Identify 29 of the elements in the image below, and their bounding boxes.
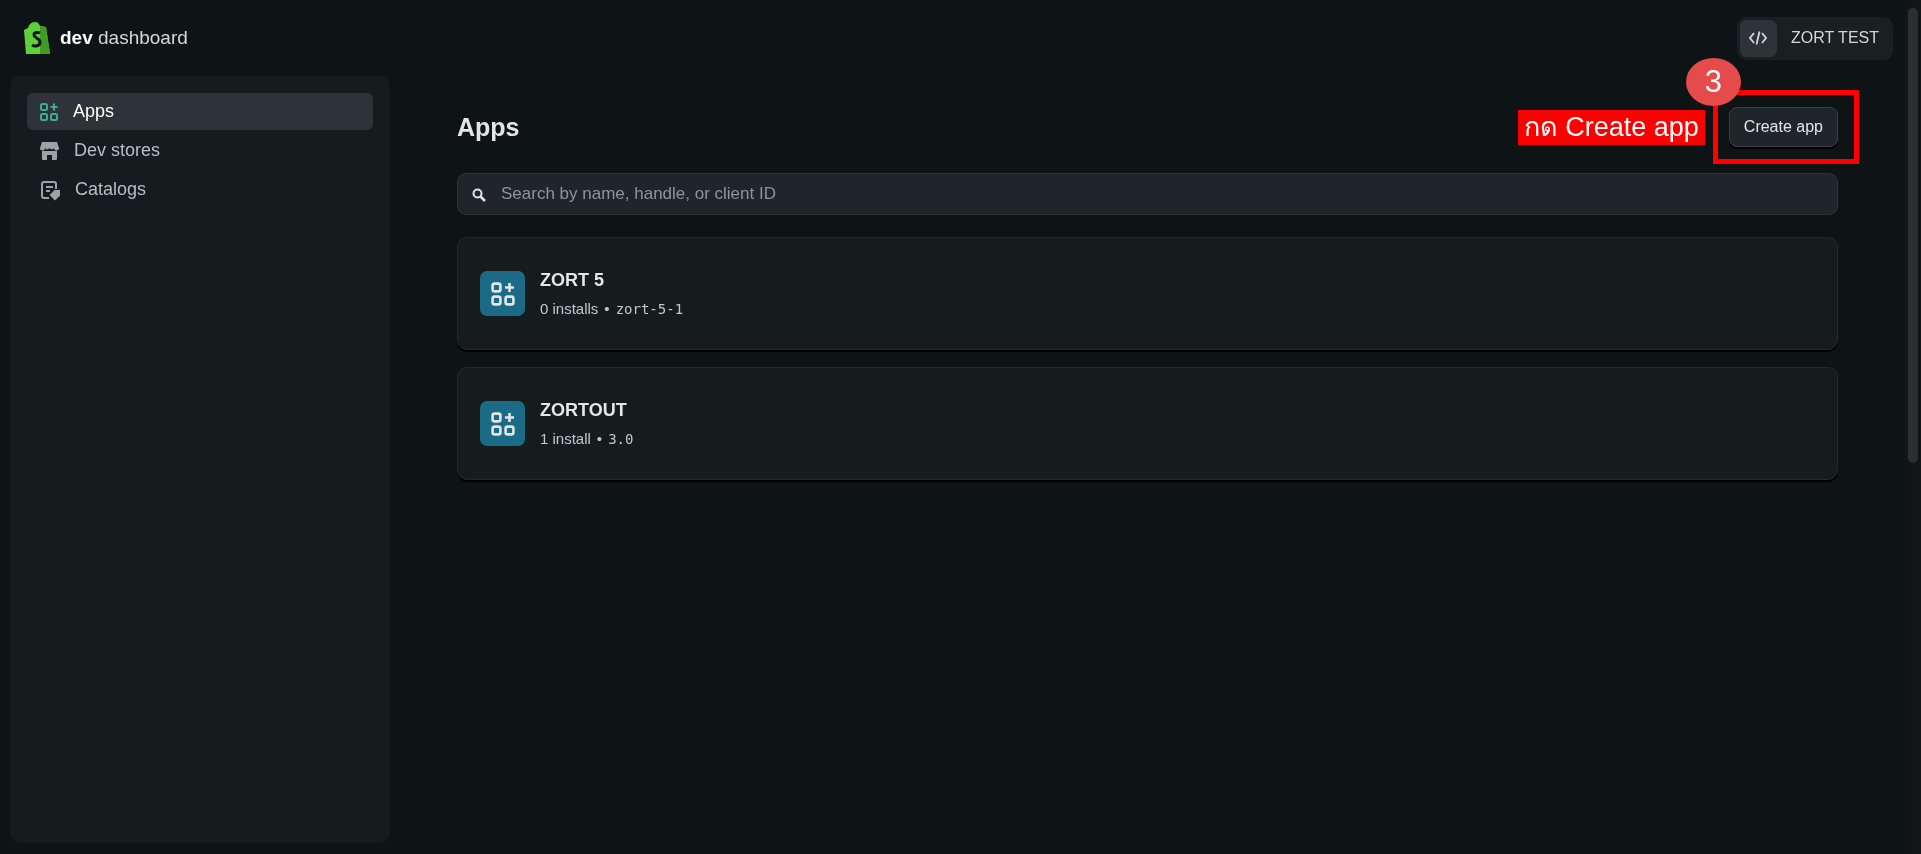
separator-dot: •	[596, 430, 603, 447]
search-field[interactable]: Search by name, handle, or client ID	[457, 173, 1838, 215]
sidebar-item[interactable]: Apps	[27, 93, 373, 130]
apps-icon	[39, 101, 59, 122]
brand-title: dev dashboard	[60, 27, 188, 49]
app-card[interactable]: ZORT 5 0 installs • zort-5-1	[457, 237, 1838, 350]
scrollbar-thumb[interactable]	[1908, 8, 1918, 463]
create-app-button[interactable]: Create app	[1728, 107, 1838, 147]
annotation-label: กด Create app	[1517, 109, 1705, 145]
app-handle: 3.0	[608, 430, 634, 447]
install-count: 0 installs	[540, 300, 599, 317]
catalog-icon	[39, 178, 61, 201]
search-icon	[472, 188, 486, 202]
page-title: Apps	[457, 112, 521, 142]
sidebar-item[interactable]: Catalogs	[27, 171, 373, 208]
app-handle: zort-5-1	[615, 300, 684, 317]
code-icon	[1749, 30, 1768, 46]
account-button[interactable]: ZORT TEST	[1737, 16, 1893, 60]
app-name: ZORTOUT	[540, 400, 628, 421]
apps-icon	[489, 280, 516, 307]
shopping-bag-logo[interactable]	[22, 21, 52, 55]
app-name: ZORT 5	[540, 270, 605, 291]
store-icon	[39, 140, 60, 161]
separator-dot: •	[604, 300, 610, 317]
app-card[interactable]: ZORTOUT 1 install • 3.0	[457, 367, 1838, 480]
sidebar-item[interactable]: Dev stores	[27, 132, 373, 169]
install-count: 1 install	[540, 430, 591, 447]
step-badge: 3	[1685, 58, 1741, 106]
apps-icon	[489, 410, 516, 437]
